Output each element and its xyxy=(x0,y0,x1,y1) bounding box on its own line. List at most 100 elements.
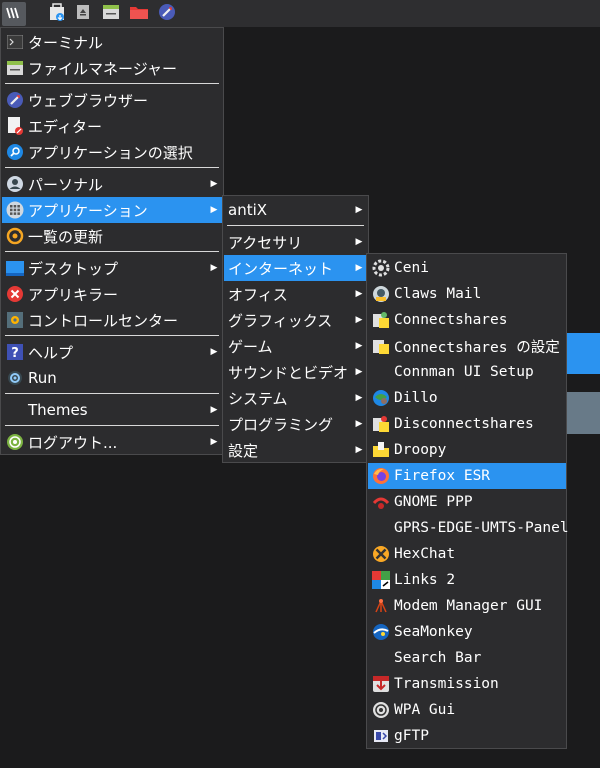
submenu-item-antix[interactable]: antiX ▶ xyxy=(224,197,368,223)
eject-button[interactable] xyxy=(71,2,95,26)
menu-item-label: インターネット xyxy=(228,259,334,278)
hexchat-icon xyxy=(372,545,390,563)
eject-icon xyxy=(76,4,90,24)
ceni-icon xyxy=(372,259,390,277)
menu-item-label: アクセサリ xyxy=(228,233,303,252)
main-menu: ターミナル ファイルマネージャー ウェブブラウザー エディター アプリケーション… xyxy=(0,27,224,455)
submenu-arrow-icon: ▶ xyxy=(355,315,363,325)
menu-item-label: Connectshares xyxy=(394,312,508,328)
submenu-item-system[interactable]: システム ▶ xyxy=(224,385,368,411)
menu-item-label: Droopy xyxy=(394,442,447,458)
background-window-gray xyxy=(566,392,600,434)
submenu-item-graphics[interactable]: グラフィックス ▶ xyxy=(224,307,368,333)
app-item-links-2[interactable]: Links 2 xyxy=(368,567,566,593)
menu-item-label: グラフィックス xyxy=(228,311,333,330)
submenu-item-settings[interactable]: 設定 ▶ xyxy=(224,437,368,463)
menu-item-app-killer[interactable]: アプリキラー xyxy=(2,281,223,307)
web-browser-button[interactable] xyxy=(155,2,179,26)
gftp-icon xyxy=(372,727,390,745)
package-installer-icon xyxy=(48,2,66,26)
menu-item-desktop[interactable]: デスクトップ ▶ xyxy=(2,255,223,281)
submenu-arrow-icon: ▶ xyxy=(355,263,363,273)
app-item-dillo[interactable]: Dillo xyxy=(368,385,566,411)
app-item-firefox-esr[interactable]: Firefox ESR xyxy=(368,463,566,489)
connectshares-config-icon xyxy=(372,337,390,355)
app-item-gnome-ppp[interactable]: GNOME PPP xyxy=(368,489,566,515)
submenu-item-internet[interactable]: インターネット ▶ xyxy=(224,255,368,281)
menu-item-label: デスクトップ xyxy=(28,259,119,278)
app-item-connectshares-config[interactable]: Connectshares の設定 xyxy=(368,333,566,359)
menu-separator xyxy=(5,393,219,394)
app-item-gftp[interactable]: gFTP xyxy=(368,723,566,749)
app-item-connman-ui-setup[interactable]: Connman UI Setup xyxy=(368,359,566,385)
app-killer-icon xyxy=(6,285,24,303)
modem-manager-icon xyxy=(372,597,390,615)
terminal-icon xyxy=(6,33,24,51)
menu-item-refresh[interactable]: 一覧の更新 xyxy=(2,223,223,249)
antix-menu-button[interactable] xyxy=(2,2,26,26)
menu-separator xyxy=(5,425,219,426)
menu-item-label: アプリケーション xyxy=(28,201,148,220)
menu-separator xyxy=(5,251,219,252)
menu-item-themes[interactable]: Themes ▶ xyxy=(2,397,223,423)
folder-icon xyxy=(129,4,149,24)
refresh-icon xyxy=(6,227,24,245)
personal-icon xyxy=(6,175,24,193)
submenu-arrow-icon: ▶ xyxy=(210,405,218,415)
menu-item-label: 一覧の更新 xyxy=(28,227,104,246)
submenu-arrow-icon: ▶ xyxy=(355,289,363,299)
submenu-item-games[interactable]: ゲーム ▶ xyxy=(224,333,368,359)
menu-item-label: プログラミング xyxy=(228,415,334,434)
submenu-arrow-icon: ▶ xyxy=(210,437,218,447)
app-select-icon xyxy=(6,143,24,161)
app-item-gprs-edge-umts-panel[interactable]: GPRS-EDGE-UMTS-Panel xyxy=(368,515,569,541)
menu-item-logout[interactable]: ログアウト... ▶ xyxy=(2,429,223,455)
submenu-item-programming[interactable]: プログラミング ▶ xyxy=(224,411,368,437)
menu-item-editor[interactable]: エディター xyxy=(2,113,223,139)
menu-item-label: Transmission xyxy=(394,676,499,692)
submenu-arrow-icon: ▶ xyxy=(210,347,218,357)
app-item-modem-manager-gui[interactable]: Modem Manager GUI xyxy=(368,593,566,619)
menu-item-app-select[interactable]: アプリケーションの選択 xyxy=(2,139,223,165)
menu-item-applications[interactable]: アプリケーション ▶ xyxy=(2,197,223,223)
menu-item-help[interactable]: ? ヘルプ ▶ xyxy=(2,339,223,365)
menu-item-terminal[interactable]: ターミナル xyxy=(2,29,223,55)
menu-item-label: オフィス xyxy=(228,285,288,304)
connectshares-icon xyxy=(372,311,390,329)
submenu-item-sound-video[interactable]: サウンドとビデオ ▶ xyxy=(224,359,368,385)
file-manager-button[interactable] xyxy=(99,2,123,26)
menu-item-control-center[interactable]: コントロールセンター xyxy=(2,307,223,333)
menu-item-label: Claws Mail xyxy=(394,286,482,302)
menu-item-label: ゲーム xyxy=(228,337,273,356)
submenu-item-office[interactable]: オフィス ▶ xyxy=(224,281,368,307)
submenu-arrow-icon: ▶ xyxy=(355,367,363,377)
menu-item-file-manager[interactable]: ファイルマネージャー xyxy=(2,55,223,81)
menu-item-run[interactable]: Run xyxy=(2,365,223,391)
app-item-droopy[interactable]: Droopy xyxy=(368,437,566,463)
app-item-hexchat[interactable]: HexChat xyxy=(368,541,566,567)
menu-separator xyxy=(5,83,219,84)
claws-mail-icon xyxy=(372,285,390,303)
menu-item-personal[interactable]: パーソナル ▶ xyxy=(2,171,223,197)
menu-item-label: antiX xyxy=(228,201,268,219)
app-item-ceni[interactable]: Ceni xyxy=(368,255,566,281)
internet-submenu: Ceni Claws Mail Connectshares Connectsha… xyxy=(366,253,569,749)
app-item-wpa-gui[interactable]: WPA Gui xyxy=(368,697,566,723)
submenu-item-accessories[interactable]: アクセサリ ▶ xyxy=(224,229,368,255)
menu-item-label: Connectshares の設定 xyxy=(394,339,560,356)
menu-item-label: gFTP xyxy=(394,728,429,744)
app-item-transmission[interactable]: Transmission xyxy=(368,671,566,697)
app-item-claws-mail[interactable]: Claws Mail xyxy=(368,281,566,307)
menu-item-label: Ceni xyxy=(394,260,429,276)
app-item-seamonkey[interactable]: SeaMonkey xyxy=(368,619,566,645)
app-item-disconnectshares[interactable]: Disconnectshares xyxy=(368,411,566,437)
app-item-connectshares[interactable]: Connectshares xyxy=(368,307,566,333)
menu-item-label: ヘルプ xyxy=(28,343,74,362)
menu-separator xyxy=(5,335,219,336)
package-installer-button[interactable] xyxy=(45,2,69,26)
droopy-icon xyxy=(372,441,390,459)
folder-button[interactable] xyxy=(127,2,151,26)
app-item-search-bar[interactable]: Search Bar xyxy=(368,645,566,671)
menu-item-web-browser[interactable]: ウェブブラウザー xyxy=(2,87,223,113)
menu-item-label: ログアウト... xyxy=(28,433,118,452)
